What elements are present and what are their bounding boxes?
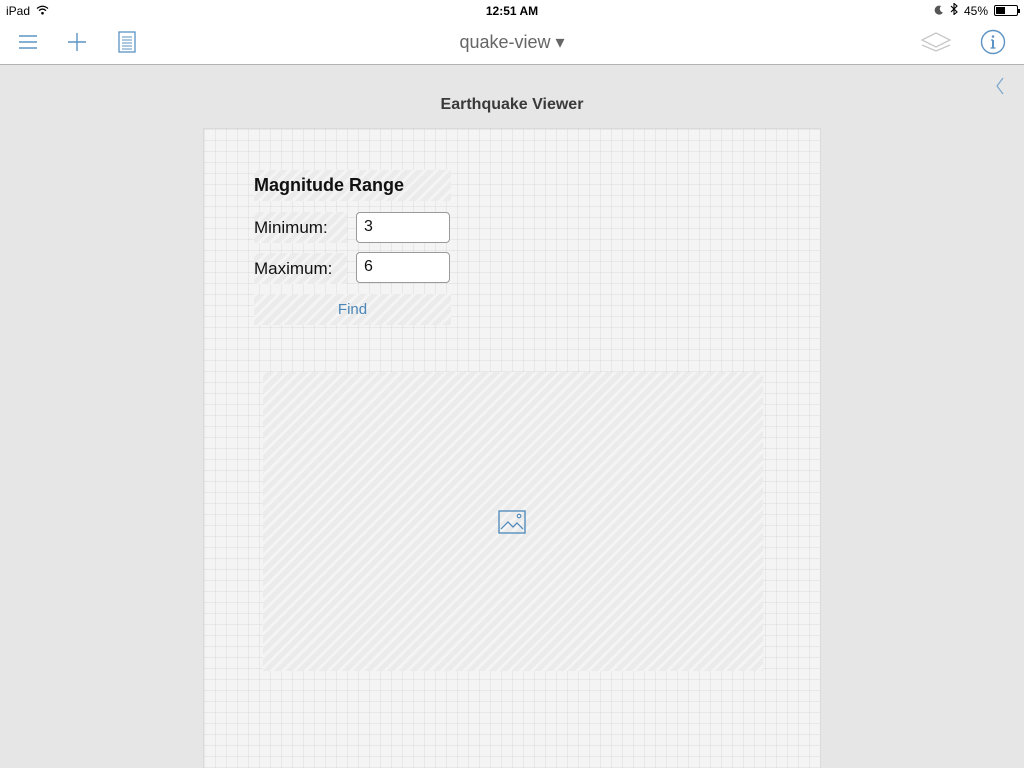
status-right: 45% xyxy=(934,2,1020,18)
info-button[interactable] xyxy=(978,28,1008,56)
layers-icon xyxy=(920,32,952,52)
image-icon xyxy=(498,510,526,534)
status-time: 12:51 AM xyxy=(485,4,539,18)
find-button[interactable]: Find xyxy=(254,294,451,325)
moon-icon xyxy=(934,4,944,18)
info-icon xyxy=(980,29,1006,55)
magnitude-range-heading[interactable]: Magnitude Range xyxy=(254,170,451,201)
canvas-title: Earthquake Viewer xyxy=(440,96,584,113)
document-title-dropdown[interactable]: quake-view ▾ xyxy=(0,32,1024,53)
battery-level xyxy=(996,7,1005,14)
minimum-input[interactable]: 3 xyxy=(356,212,450,243)
maximum-label[interactable]: Maximum: xyxy=(254,253,347,284)
maximum-input[interactable]: 6 xyxy=(356,252,450,283)
battery-percent: 45% xyxy=(963,3,988,18)
battery-icon xyxy=(994,5,1020,16)
status-bar: iPad 12:51 AM 45% xyxy=(0,0,1024,20)
minimum-label[interactable]: Minimum: xyxy=(254,212,347,243)
app-root: iPad 12:51 AM 45% quake-view ▾ Earthquak… xyxy=(0,0,1024,768)
bluetooth-icon xyxy=(950,2,958,18)
image-placeholder[interactable] xyxy=(263,372,763,671)
artboard: Magnitude Range Minimum: 3 Maximum: 6 Fi… xyxy=(203,128,821,768)
collapse-panel-button[interactable] xyxy=(992,76,1008,96)
toolbar: quake-view ▾ xyxy=(0,20,1024,65)
layers-button[interactable] xyxy=(919,28,953,56)
chevron-left-icon xyxy=(996,77,1004,95)
